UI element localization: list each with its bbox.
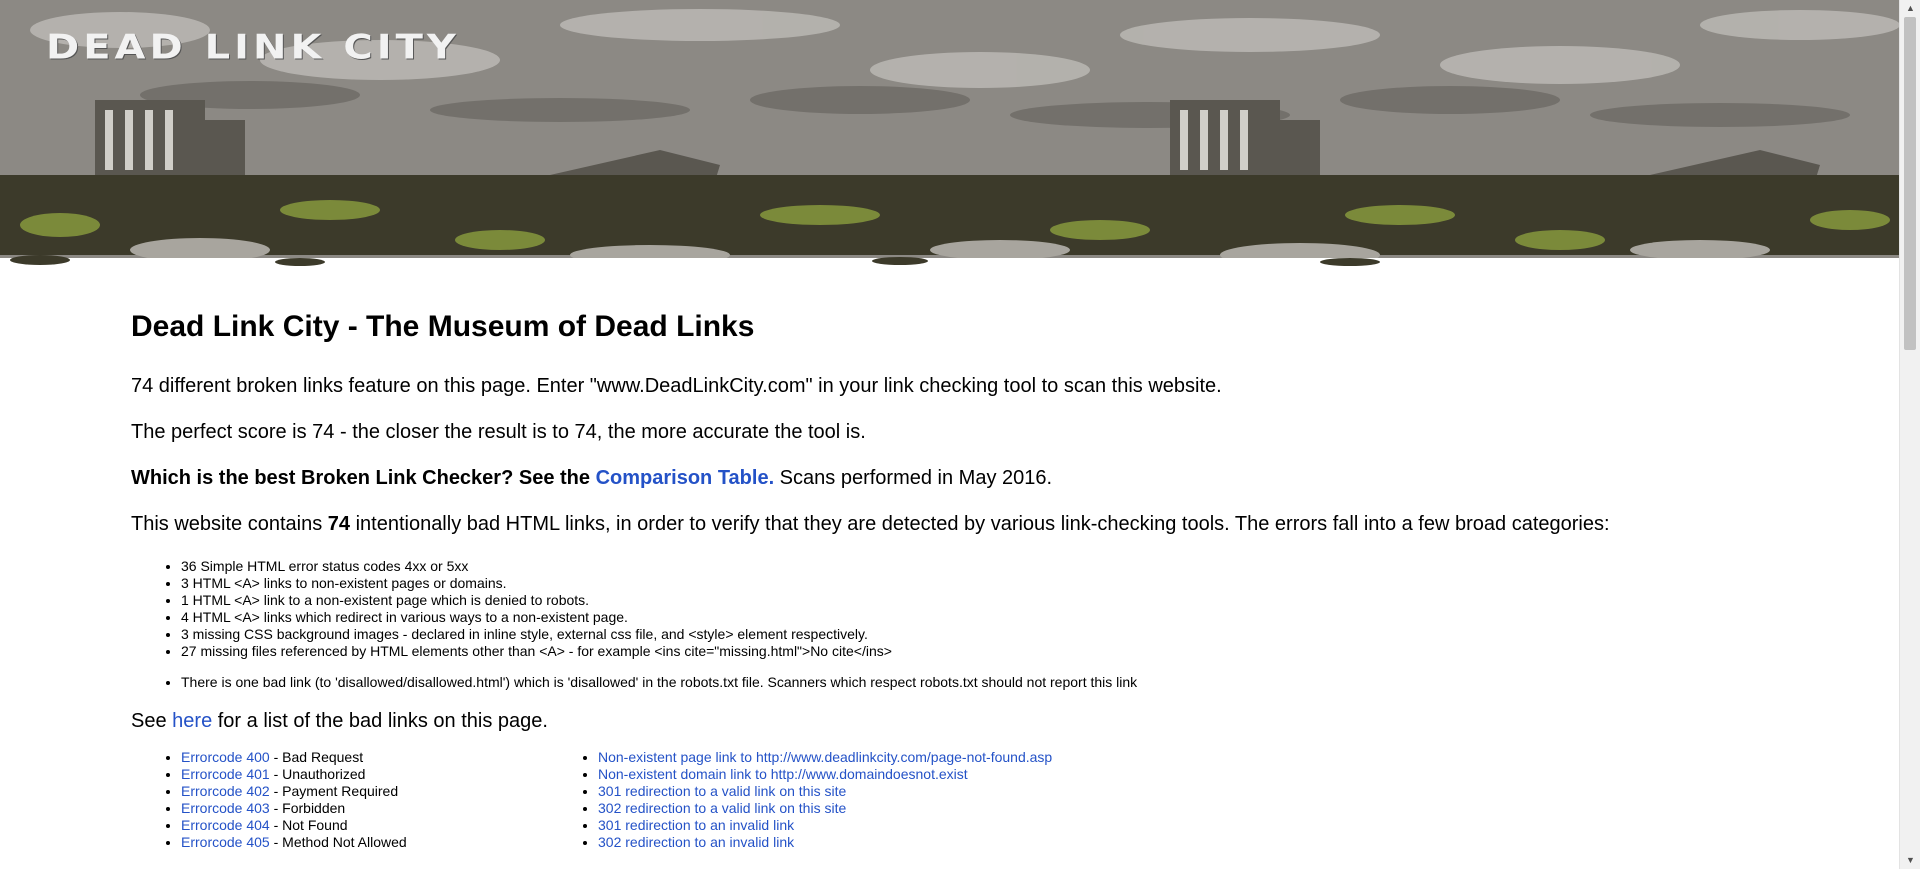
vertical-scrollbar[interactable]: ▲ ▼ xyxy=(1899,0,1920,869)
main-content: Dead Link City - The Museum of Dead Link… xyxy=(131,310,1831,869)
list-item: 3 HTML <A> links to non-existent pages o… xyxy=(181,575,1831,592)
errorcode-404-link[interactable]: Errorcode 404 xyxy=(181,817,270,833)
robots-note: There is one bad link (to 'disallowed/di… xyxy=(181,674,1831,691)
errorcode-list: Errorcode 400 - Bad Request Errorcode 40… xyxy=(131,749,407,851)
errorcode-400-link[interactable]: Errorcode 400 xyxy=(181,749,270,765)
errorcode-402-link[interactable]: Errorcode 402 xyxy=(181,783,270,799)
contains-paragraph: This website contains 74 intentionally b… xyxy=(131,513,1610,535)
see-paragraph: See here for a list of the bad links on … xyxy=(131,710,548,732)
list-item: 4 HTML <A> links which redirect in vario… xyxy=(181,609,1831,626)
bad-link-count: 74 xyxy=(327,513,351,535)
comparison-paragraph: Which is the best Broken Link Checker? S… xyxy=(131,466,1831,490)
list-item: Errorcode 402 - Payment Required xyxy=(181,783,407,800)
header-banner: DEAD LINK CITY xyxy=(0,0,1899,282)
errorcode-column: Errorcode 400 - Bad Request Errorcode 40… xyxy=(131,749,407,851)
redirect-301-invalid-link[interactable]: 301 redirection to an invalid link xyxy=(598,817,794,833)
list-item: 301 redirection to a valid link on this … xyxy=(598,783,1052,800)
redirect-302-valid-link[interactable]: 302 redirection to a valid link on this … xyxy=(598,800,846,816)
list-item: 27 missing files referenced by HTML elem… xyxy=(181,643,1831,660)
errorcode-401-link[interactable]: Errorcode 401 xyxy=(181,766,270,782)
robots-note-list: There is one bad link (to 'disallowed/di… xyxy=(131,674,1831,691)
list-item: 3 missing CSS background images - declar… xyxy=(181,626,1831,643)
comparison-question: Which is the best Broken Link Checker? S… xyxy=(131,467,591,489)
nonexistent-domain-link[interactable]: Non-existent domain link to http://www.d… xyxy=(598,766,968,782)
other-links-list: Non-existent page link to http://www.dea… xyxy=(548,749,1052,851)
list-item: 302 redirection to a valid link on this … xyxy=(598,800,1052,817)
list-item: 1 HTML <A> link to a non-existent page w… xyxy=(181,592,1831,609)
scroll-up-icon[interactable]: ▲ xyxy=(1900,0,1920,17)
list-item: 301 redirection to an invalid link xyxy=(598,817,1052,834)
scroll-down-icon[interactable]: ▼ xyxy=(1900,852,1920,869)
redirect-301-valid-link[interactable]: 301 redirection to a valid link on this … xyxy=(598,783,846,799)
bad-links-list-link[interactable]: here xyxy=(172,710,212,732)
page-title: Dead Link City - The Museum of Dead Link… xyxy=(131,310,755,343)
scrollbar-thumb[interactable] xyxy=(1904,17,1916,350)
list-item: Errorcode 401 - Unauthorized xyxy=(181,766,407,783)
redirect-302-invalid-link[interactable]: 302 redirection to an invalid link xyxy=(598,834,794,850)
nonexistent-page-link[interactable]: Non-existent page link to http://www.dea… xyxy=(598,749,1052,765)
list-item: Errorcode 405 - Method Not Allowed xyxy=(181,834,407,851)
other-links-column: Non-existent page link to http://www.dea… xyxy=(548,749,1052,851)
intro-paragraph: 74 different broken links feature on thi… xyxy=(131,375,1222,397)
list-item: Non-existent page link to http://www.dea… xyxy=(598,749,1052,766)
list-item: 302 redirection to an invalid link xyxy=(598,834,1052,851)
category-list: 36 Simple HTML error status codes 4xx or… xyxy=(131,558,1831,660)
errorcode-405-link[interactable]: Errorcode 405 xyxy=(181,834,270,850)
link-columns: Errorcode 400 - Bad Request Errorcode 40… xyxy=(131,749,1831,869)
comparison-table-link[interactable]: Comparison Table. xyxy=(596,467,775,489)
list-item: Errorcode 404 - Not Found xyxy=(181,817,407,834)
list-item: 36 Simple HTML error status codes 4xx or… xyxy=(181,558,1831,575)
list-item: Errorcode 403 - Forbidden xyxy=(181,800,407,817)
site-logo[interactable]: DEAD LINK CITY xyxy=(46,28,460,67)
score-paragraph: The perfect score is 74 - the closer the… xyxy=(131,421,866,443)
list-item: Errorcode 400 - Bad Request xyxy=(181,749,407,766)
list-item: Non-existent domain link to http://www.d… xyxy=(598,766,1052,783)
errorcode-403-link[interactable]: Errorcode 403 xyxy=(181,800,270,816)
scan-date-text: Scans performed in May 2016. xyxy=(774,467,1053,489)
